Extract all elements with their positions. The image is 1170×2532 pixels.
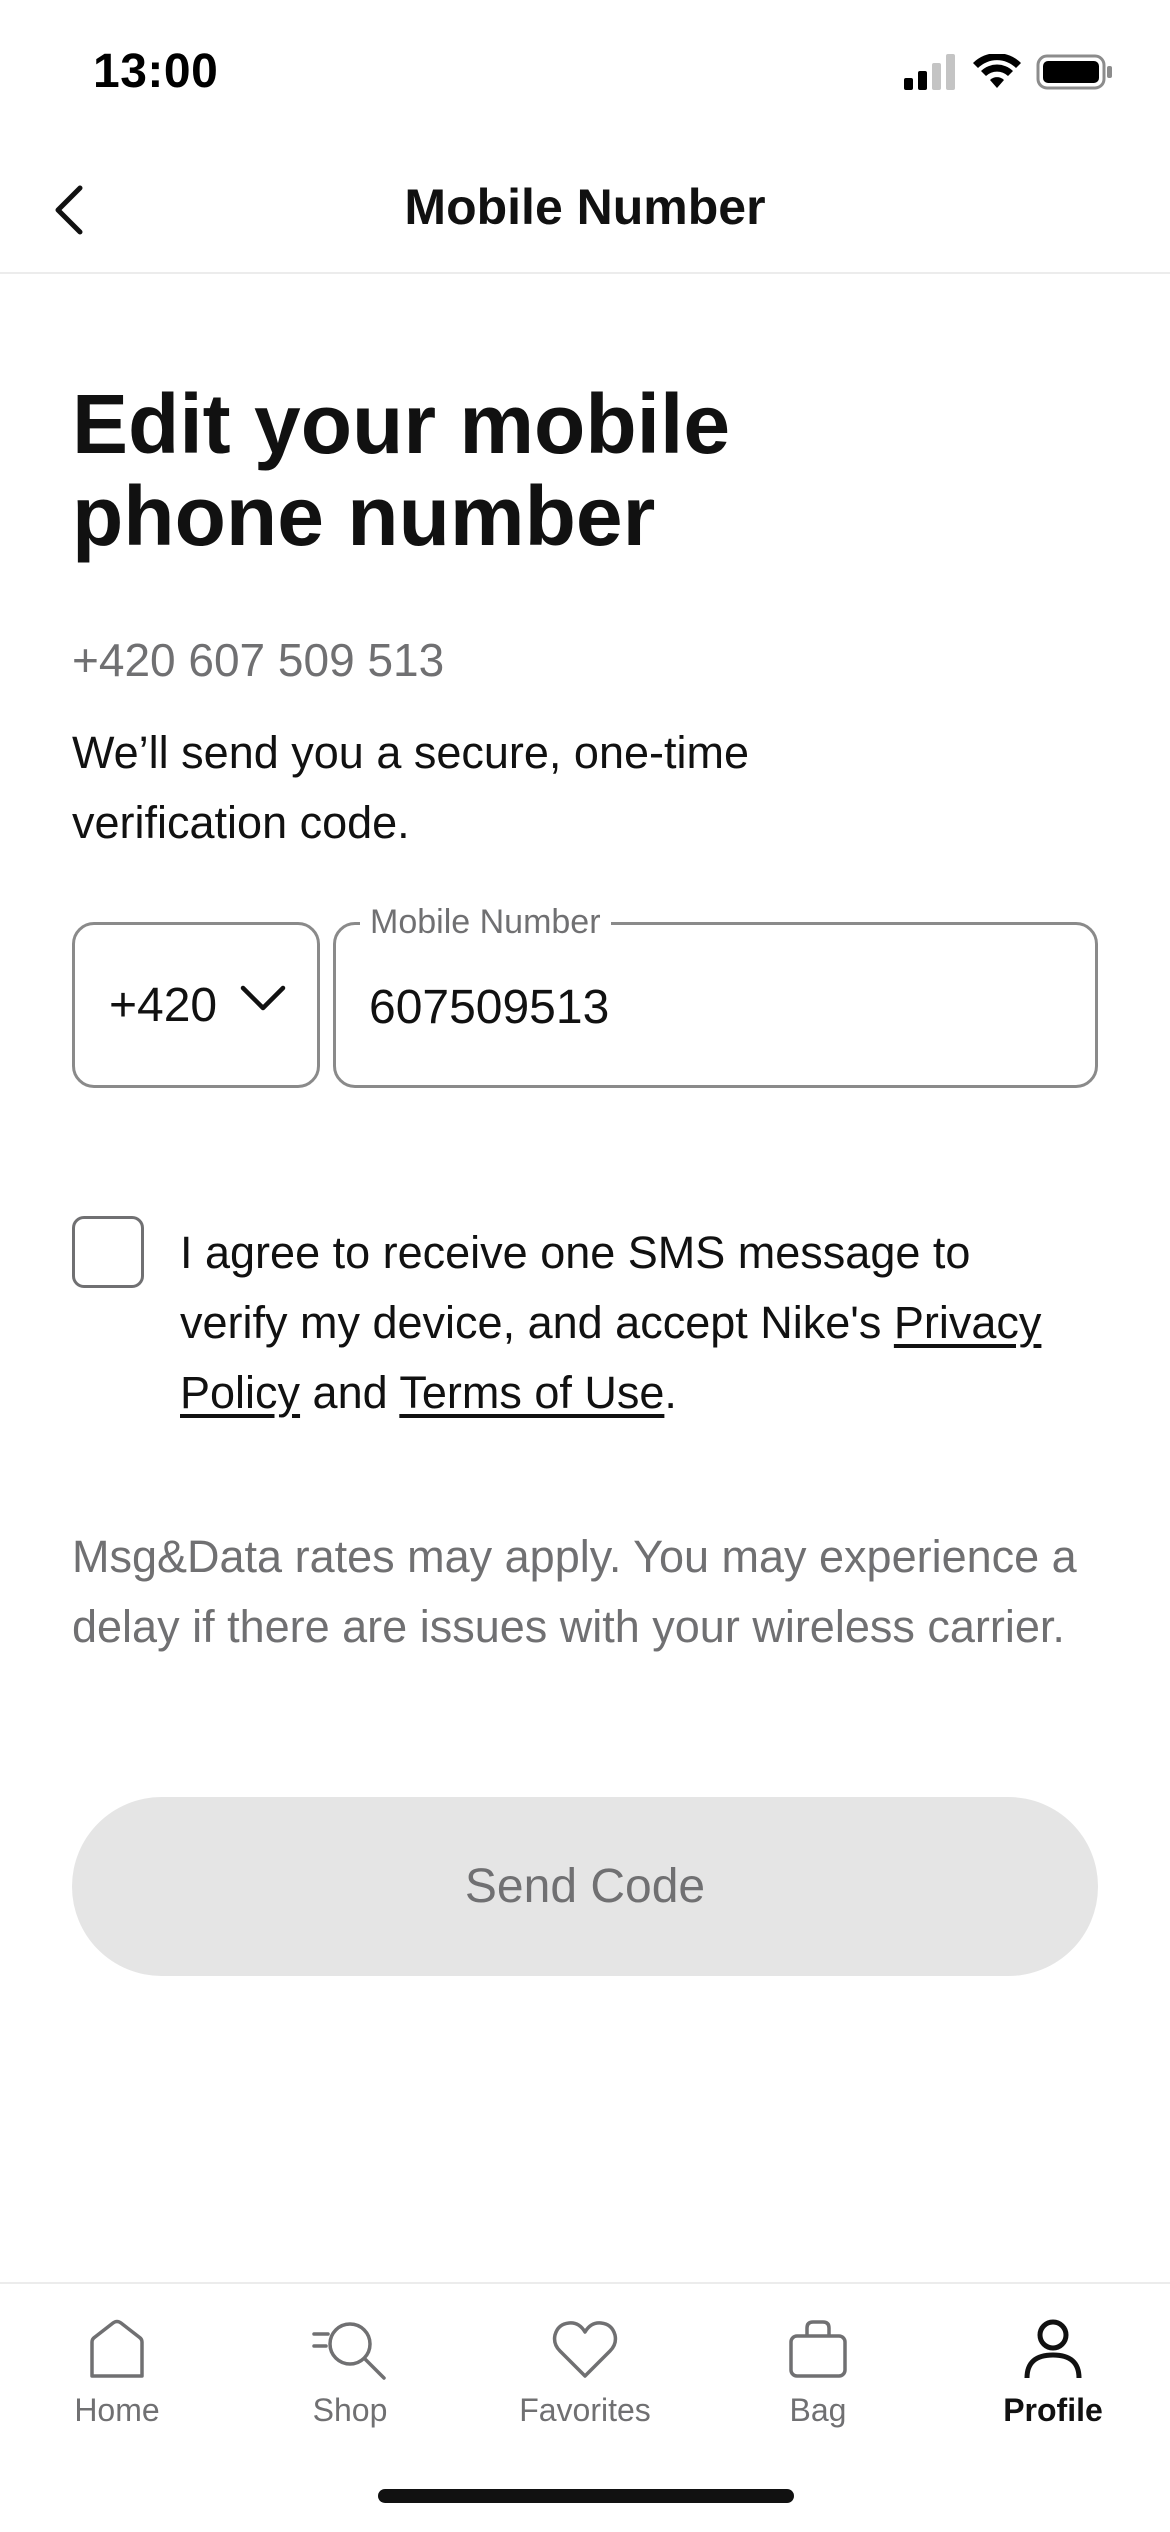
consent-text-before: I agree to receive one SMS message to ve… (180, 1227, 971, 1348)
profile-icon (1022, 2304, 1084, 2380)
bag-icon (787, 2304, 849, 2380)
heart-icon (552, 2304, 618, 2380)
current-phone-number: +420 607 509 513 (72, 634, 445, 686)
mobile-number-field[interactable]: Mobile Number 607509513 (333, 903, 1098, 1088)
description-text: We’ll send you a secure, one-time verifi… (72, 727, 749, 848)
tab-shop-label: Shop (312, 2392, 388, 2428)
battery-icon (1036, 54, 1112, 90)
mobile-number-input[interactable]: 607509513 (369, 980, 609, 1035)
home-indicator (378, 2489, 794, 2503)
country-code-select[interactable]: +420 (72, 922, 320, 1088)
tab-shop[interactable]: Shop (250, 2304, 450, 2464)
wifi-icon (973, 54, 1021, 88)
tab-profile-label: Profile (1003, 2392, 1103, 2428)
tab-bag-label: Bag (789, 2392, 847, 2428)
tab-home[interactable]: Home (17, 2304, 217, 2464)
status-bar: 13:00 (0, 0, 1170, 140)
sms-consent-checkbox[interactable] (72, 1216, 144, 1288)
consent-text-period: . (664, 1367, 677, 1418)
terms-of-use-link[interactable]: Terms of Use (399, 1367, 664, 1418)
tab-home-label: Home (74, 2392, 160, 2428)
mobile-number-label: Mobile Number (360, 903, 611, 942)
send-code-button[interactable]: Send Code (72, 1797, 1098, 1976)
page-title: Edit your mobile phone number (72, 377, 731, 563)
nav-header: Mobile Number (0, 140, 1170, 274)
tab-profile[interactable]: Profile (953, 2304, 1153, 2464)
nav-title: Mobile Number (404, 179, 766, 235)
disclaimer-text: Msg&Data rates may apply. You may experi… (72, 1531, 1077, 1652)
country-code-value: +420 (109, 978, 218, 1032)
status-icons (904, 52, 1114, 92)
search-icon (312, 2304, 388, 2380)
tab-favorites[interactable]: Favorites (485, 2304, 685, 2464)
status-time: 13:00 (93, 45, 219, 98)
tab-bag[interactable]: Bag (718, 2304, 918, 2464)
cellular-signal-icon (904, 54, 955, 90)
home-icon (86, 2304, 148, 2380)
sms-consent-text: I agree to receive one SMS message to ve… (180, 1218, 1080, 1428)
tab-favorites-label: Favorites (519, 2392, 651, 2428)
consent-text-and: and (300, 1367, 400, 1418)
chevron-down-icon (240, 985, 286, 1011)
